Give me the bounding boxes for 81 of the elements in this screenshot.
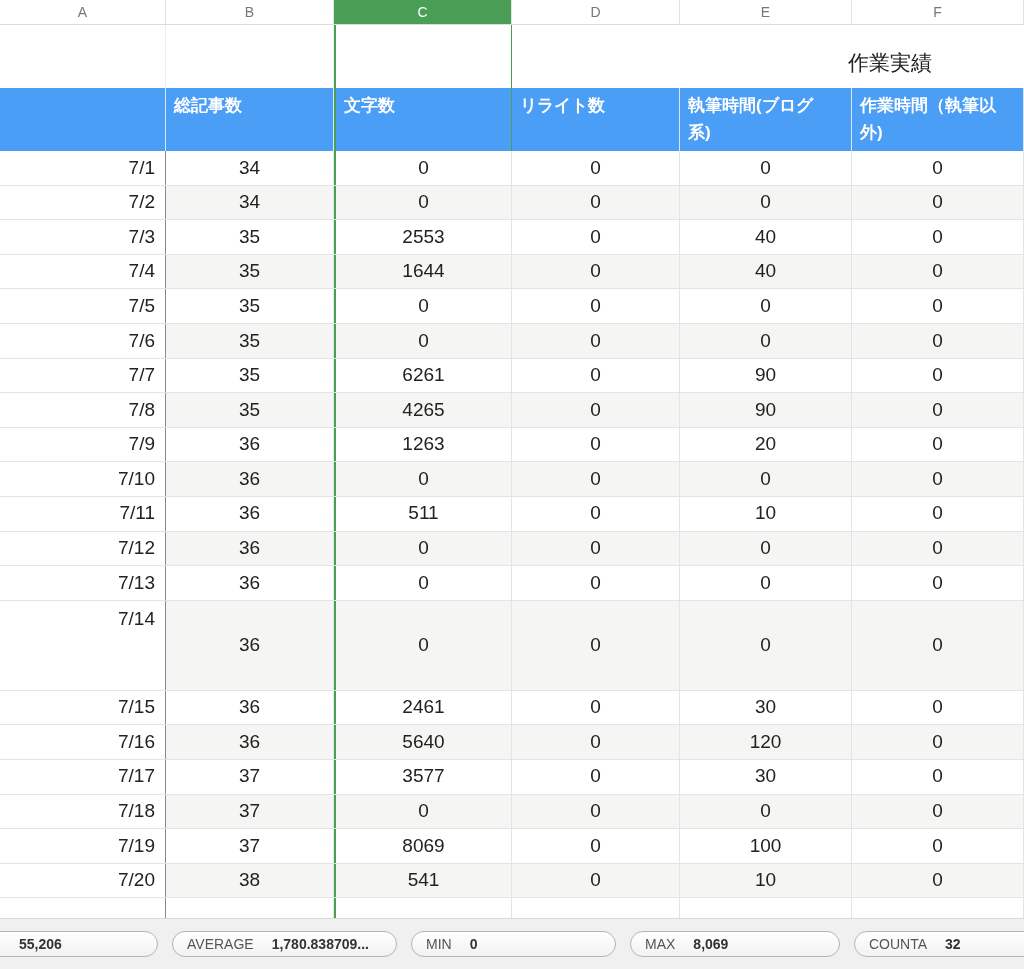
table-cell: 0: [512, 725, 680, 759]
table-cell: 0: [334, 289, 512, 323]
table-cell: 0: [852, 600, 1024, 690]
column-header[interactable]: C: [334, 0, 512, 24]
table-cell: 0: [512, 600, 680, 690]
table-cell: 90: [680, 393, 852, 427]
table-cell: 5640: [334, 725, 512, 759]
header-cell: 文字数: [334, 88, 512, 151]
table-cell: 0: [852, 794, 1024, 829]
table-cell: 0: [512, 393, 680, 427]
table-cell: 0: [680, 323, 852, 358]
summary-value: 1,780.838709...: [271, 934, 369, 954]
table-cell: 0: [334, 323, 512, 358]
table-cell: 0: [852, 323, 1024, 358]
table-cell: 37: [166, 794, 334, 829]
table-cell: 541: [334, 863, 512, 898]
table-cell: 35: [166, 254, 334, 289]
table-cell: 0: [852, 462, 1024, 496]
table-cell: 0: [852, 185, 1024, 220]
table-cell: 0: [512, 254, 680, 289]
table-cell: 0: [334, 566, 512, 600]
table-cell: 1263: [334, 427, 512, 462]
table-cell: 0: [334, 462, 512, 496]
table-cell: 35: [166, 393, 334, 427]
table-cell: 0: [680, 600, 852, 690]
table-cell: 2461: [334, 690, 512, 725]
header-cell: 執筆時間(ブログ系): [680, 88, 852, 151]
table-cell: 10: [680, 863, 852, 898]
table-cell: 0: [852, 725, 1024, 759]
table-cell: 1644: [334, 254, 512, 289]
summary-label: AVERAGE: [187, 934, 254, 954]
table-cell: 511: [334, 496, 512, 531]
table-cell: 0: [852, 254, 1024, 289]
table-cell: 36: [166, 462, 334, 496]
table-cell: 0: [680, 794, 852, 829]
table-cell: 35: [166, 323, 334, 358]
table-cell: 4265: [334, 393, 512, 427]
table-cell: 2553: [334, 220, 512, 254]
table-cell: 0: [334, 600, 512, 690]
summary-label: MAX: [645, 934, 676, 954]
summary-pill[interactable]: MIN 0: [411, 931, 616, 957]
header-cell: 総記事数: [166, 88, 334, 151]
table-cell: 0: [512, 531, 680, 566]
table-cell: 0: [334, 151, 512, 185]
summary-pill[interactable]: 55,206: [0, 931, 158, 957]
table-cell: 3577: [334, 759, 512, 794]
table-cell: 0: [852, 393, 1024, 427]
table-cell: 36: [166, 725, 334, 759]
summary-pill[interactable]: MAX 8,069: [630, 931, 840, 957]
table-cell: 0: [512, 323, 680, 358]
table-cell: 6261: [334, 358, 512, 393]
table-cell: 38: [166, 863, 334, 898]
table-cell: 36: [166, 531, 334, 566]
table-cell: 0: [852, 863, 1024, 898]
table-title: 作業実績: [847, 49, 933, 76]
table-cell: 0: [512, 863, 680, 898]
table-cell: 0: [334, 185, 512, 220]
table-cell: 0: [680, 185, 852, 220]
summary-value: 8,069: [693, 934, 729, 954]
header-cell: リライト数: [512, 88, 680, 151]
table-cell: 0: [512, 794, 680, 829]
summary-label: COUNTA: [869, 934, 928, 954]
table-cell: 36: [166, 600, 334, 690]
table-cell: 0: [512, 185, 680, 220]
summary-pill[interactable]: AVERAGE 1,780.838709...: [172, 931, 397, 957]
table-cell: 8069: [334, 829, 512, 863]
table-cell: 0: [334, 794, 512, 829]
summary-value: 32: [945, 934, 961, 954]
table-cell: 0: [680, 531, 852, 566]
summary-value: 0: [469, 934, 478, 954]
header-cell: 作業時間（執筆以外): [852, 88, 1024, 151]
summary-pill[interactable]: COUNTA 32: [854, 931, 1024, 957]
summary-label: MIN: [426, 934, 452, 954]
table-cell: 0: [852, 531, 1024, 566]
table-cell: 0: [334, 531, 512, 566]
table-cell: 34: [166, 185, 334, 220]
table-cell: 0: [512, 462, 680, 496]
summary-value: 55,206: [19, 934, 62, 954]
table-cell: 40: [680, 254, 852, 289]
table-cell: 120: [680, 725, 852, 759]
table-cell: 0: [680, 462, 852, 496]
